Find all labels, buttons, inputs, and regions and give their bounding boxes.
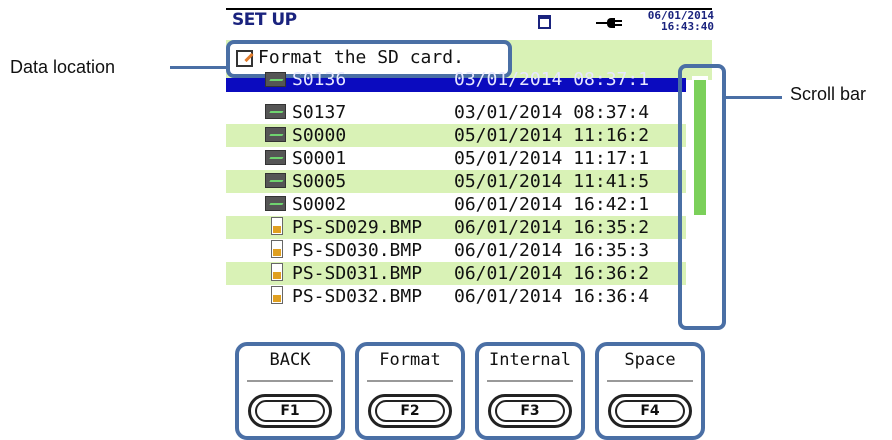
waveform-file-icon — [265, 196, 286, 211]
time-text: 16:43:40 — [661, 20, 714, 33]
file-row[interactable]: S0005 05/01/2014 11:41:5 — [226, 170, 686, 193]
bitmap-file-icon — [271, 240, 283, 258]
file-name: S0005 — [292, 171, 347, 192]
waveform-file-icon — [265, 72, 286, 87]
file-date: 05/01/2014 11:41:5 — [454, 171, 650, 192]
file-row[interactable]: S0002 06/01/2014 16:42:1 — [226, 193, 686, 216]
scroll-bar-callout: Scroll bar — [790, 84, 867, 104]
sd-card-icon — [538, 15, 551, 29]
function-key-label: Space — [624, 350, 676, 370]
function-key-label: Internal — [489, 350, 571, 370]
label-underline — [367, 380, 453, 382]
bitmap-file-icon — [271, 263, 283, 281]
file-name: S0000 — [292, 125, 347, 146]
file-date: 06/01/2014 16:35:3 — [454, 240, 650, 261]
file-date: 06/01/2014 16:42:1 — [454, 194, 650, 215]
scroll-bar-leader — [726, 96, 782, 99]
data-location-callout: Data location — [10, 57, 116, 77]
label-underline — [247, 380, 333, 382]
edit-note-icon — [236, 50, 253, 67]
waveform-file-icon — [265, 150, 286, 165]
file-name: S0137 — [292, 102, 347, 123]
file-name: PS-SD030.BMP — [292, 240, 423, 261]
file-date: 03/01/2014 08:37:4 — [454, 102, 650, 123]
data-location-leader — [170, 66, 228, 69]
scroll-bar-highlight — [678, 64, 726, 330]
screen-title: SET UP — [232, 10, 297, 30]
power-plug-icon — [596, 18, 624, 28]
bitmap-file-icon — [271, 217, 283, 235]
function-key-code: F4 — [615, 400, 685, 422]
file-name: PS-SD032.BMP — [292, 286, 423, 307]
file-name: PS-SD029.BMP — [292, 217, 423, 238]
waveform-file-icon — [265, 173, 286, 188]
file-row[interactable]: S0001 05/01/2014 11:17:1 — [226, 147, 686, 170]
function-key-f4-button[interactable]: F4 — [608, 394, 692, 428]
label-underline — [487, 380, 573, 382]
function-key-f1-button[interactable]: F1 — [248, 394, 332, 428]
file-row[interactable]: S0000 05/01/2014 11:16:2 — [226, 124, 686, 147]
file-row[interactable]: S0137 03/01/2014 08:37:4 — [226, 101, 686, 124]
file-date: 03/01/2014 08:37:1 — [454, 69, 650, 90]
file-name: PS-SD031.BMP — [292, 263, 423, 284]
file-date: 05/01/2014 11:17:1 — [454, 148, 650, 169]
file-date: 05/01/2014 11:16:2 — [454, 125, 650, 146]
file-row[interactable]: PS-SD032.BMP 06/01/2014 16:36:4 — [226, 285, 686, 308]
function-key-f3-button[interactable]: F3 — [488, 394, 572, 428]
file-row[interactable]: PS-SD030.BMP 06/01/2014 16:35:3 — [226, 239, 686, 262]
file-row[interactable]: PS-SD029.BMP 06/01/2014 16:35:2 — [226, 216, 686, 239]
function-key-label: BACK — [269, 350, 311, 370]
bitmap-file-icon — [271, 286, 283, 304]
file-row[interactable]: PS-SD031.BMP 06/01/2014 16:36:2 — [226, 262, 686, 285]
function-key-label: Format — [379, 350, 441, 370]
waveform-file-icon — [265, 104, 286, 119]
label-underline — [607, 380, 693, 382]
function-key-code: F1 — [255, 400, 325, 422]
file-name: S0136 — [292, 69, 347, 90]
message-text: Format the SD card. — [258, 47, 464, 68]
waveform-file-icon — [265, 127, 286, 142]
file-name: S0001 — [292, 148, 347, 169]
function-key-f2-button[interactable]: F2 — [368, 394, 452, 428]
file-date: 06/01/2014 16:35:2 — [454, 217, 650, 238]
datetime-display: 06/01/2014 16:43:40 — [638, 10, 714, 32]
file-date: 06/01/2014 16:36:4 — [454, 286, 650, 307]
file-name: S0002 — [292, 194, 347, 215]
function-key-code: F2 — [375, 400, 445, 422]
file-row[interactable]: S0136 03/01/2014 08:37:1 — [226, 69, 686, 92]
function-key-code: F3 — [495, 400, 565, 422]
file-date: 06/01/2014 16:36:2 — [454, 263, 650, 284]
